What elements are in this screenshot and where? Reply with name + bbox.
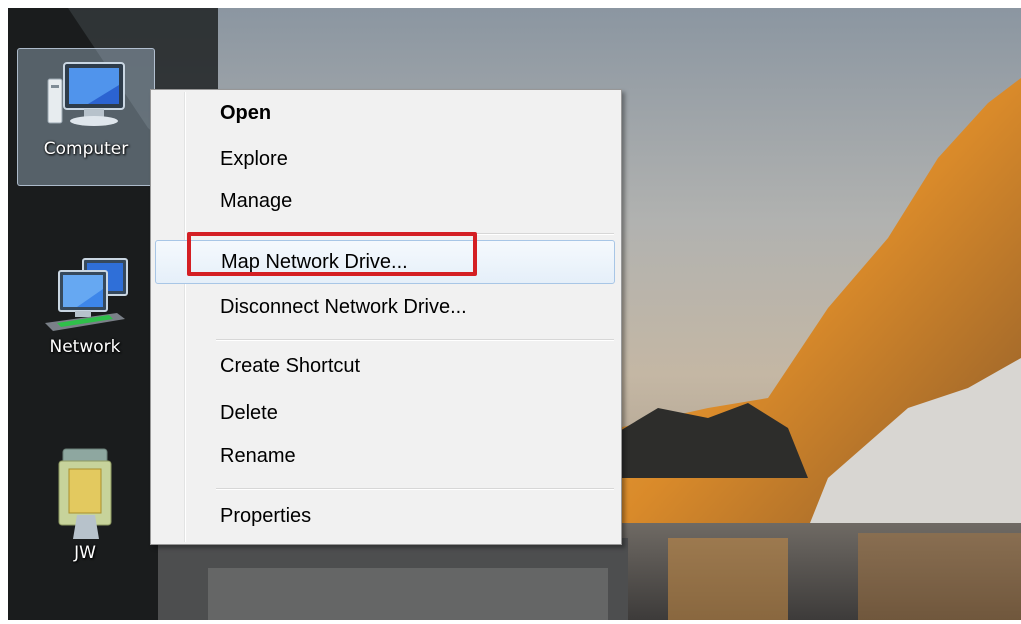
highlight-box (187, 232, 477, 276)
menu-item-explore[interactable]: Explore (155, 141, 615, 179)
menu-separator (216, 488, 614, 490)
computer-icon (47, 62, 125, 126)
user-folder-icon (58, 448, 112, 539)
desktop-icon-network[interactable]: Network (17, 253, 153, 383)
menu-item-label: Open (220, 102, 272, 124)
menu-item-create-shortcut[interactable]: Create Shortcut (155, 348, 615, 386)
desktop[interactable]: Computer Network JW Open Explore Manage … (8, 8, 1021, 620)
desktop-icon-label: Computer (43, 139, 129, 159)
menu-item-label: Delete (220, 402, 278, 424)
menu-item-label: Properties (220, 505, 312, 527)
screenshot-frame: Computer Network JW Open Explore Manage … (0, 0, 1021, 624)
menu-item-delete[interactable]: Delete (155, 395, 615, 433)
menu-item-label: Manage (220, 190, 293, 212)
menu-separator (216, 339, 614, 341)
menu-item-label: Rename (220, 445, 296, 467)
desktop-icon-user-folder[interactable]: JW (17, 443, 153, 583)
desktop-icon-label: Network (49, 337, 121, 357)
menu-item-properties[interactable]: Properties (155, 498, 615, 536)
menu-item-open[interactable]: Open (155, 95, 615, 133)
menu-item-rename[interactable]: Rename (155, 438, 615, 476)
menu-item-label: Disconnect Network Drive... (220, 296, 467, 318)
network-icon (45, 258, 128, 331)
menu-item-label: Explore (220, 148, 288, 170)
menu-item-manage[interactable]: Manage (155, 183, 615, 221)
menu-item-label: Create Shortcut (220, 355, 361, 377)
menu-item-disconnect-network-drive[interactable]: Disconnect Network Drive... (155, 289, 615, 327)
desktop-icon-label: JW (74, 543, 96, 563)
context-menu: Open Explore Manage Map Network Drive...… (150, 89, 622, 545)
desktop-icon-computer[interactable]: Computer (17, 48, 155, 186)
